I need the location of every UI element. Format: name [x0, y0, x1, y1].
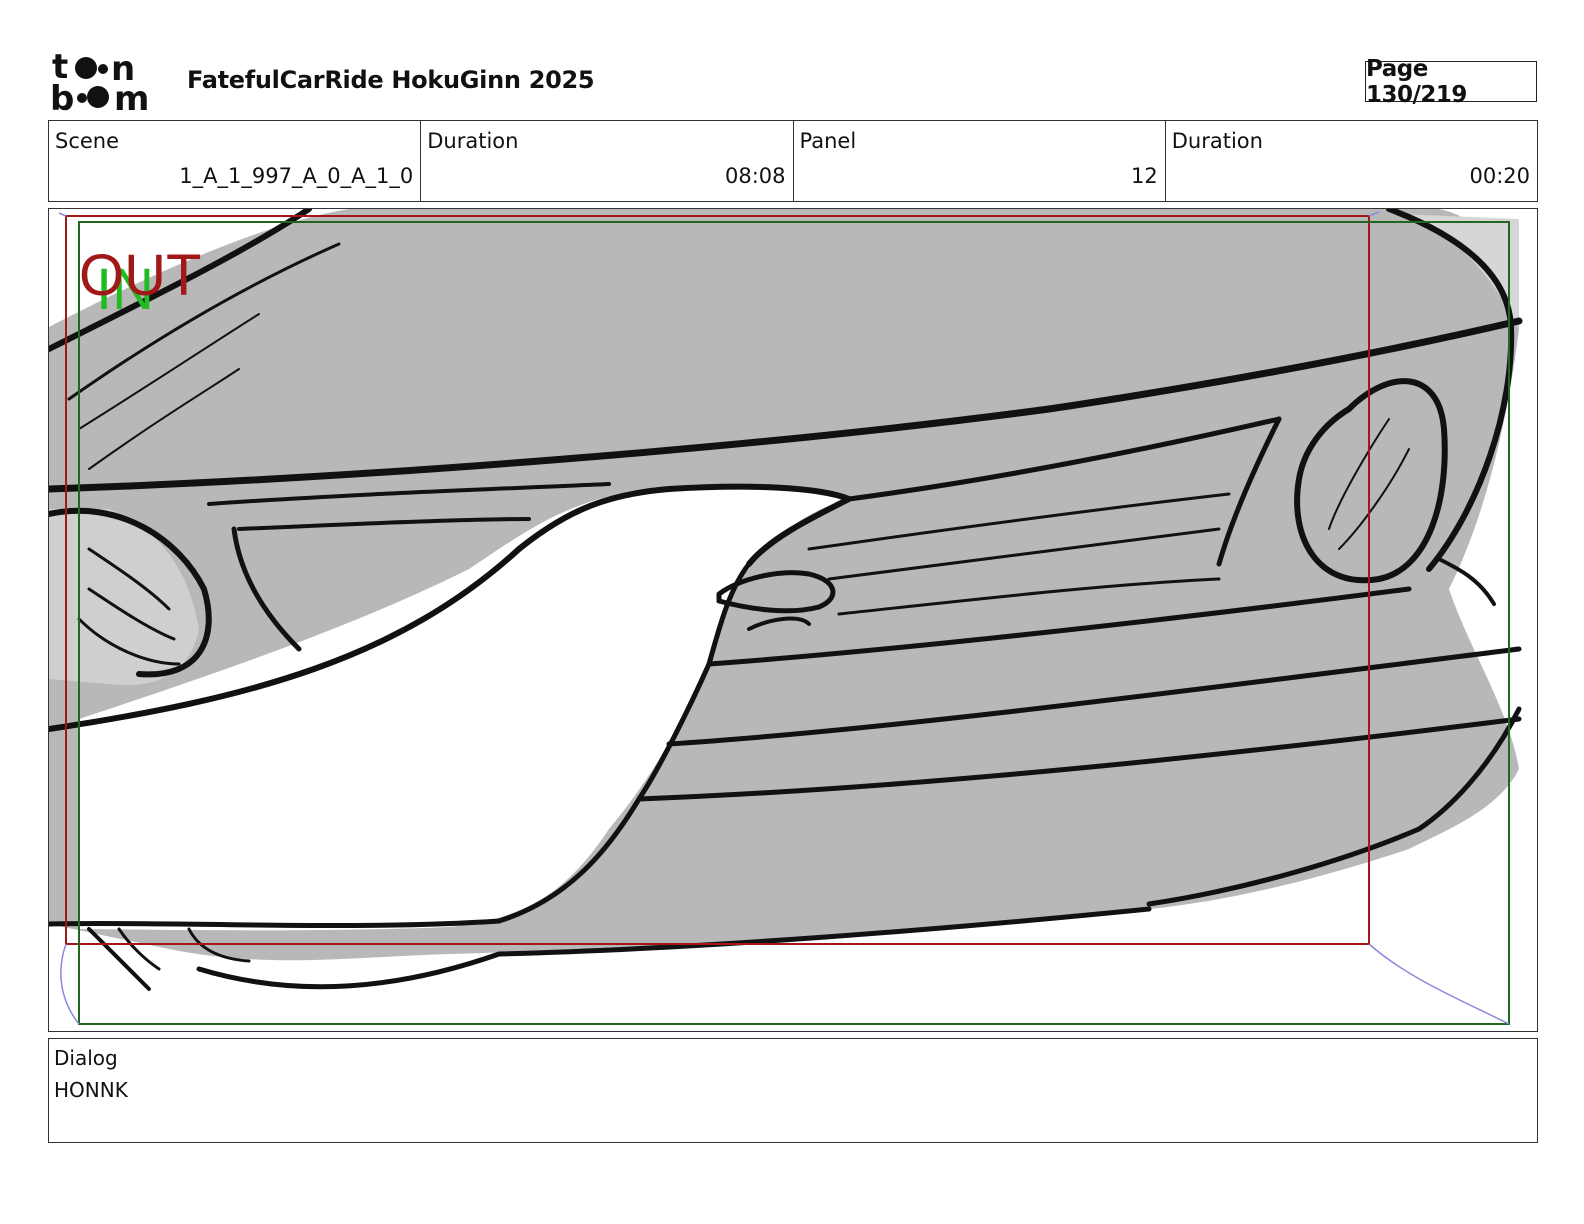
toonboom-logo: t n b m: [50, 47, 165, 119]
panel-duration-value: 00:20: [1469, 164, 1530, 188]
panel-duration-label: Duration: [1171, 129, 1263, 153]
dialog-box: Dialog HONNK: [48, 1038, 1538, 1143]
out-marker: OUT: [79, 243, 201, 308]
scene-label: Scene: [55, 129, 120, 153]
scene-duration-cell: Duration 08:08: [420, 121, 792, 201]
car-front-sketch: IN OUT: [49, 209, 1523, 1025]
dialog-label: Dialog: [54, 1046, 118, 1070]
panel-duration-cell: Duration 00:20: [1164, 121, 1537, 201]
panel-value: 12: [1131, 164, 1158, 188]
storyboard-panel: IN OUT: [48, 208, 1538, 1032]
scene-duration-label: Duration: [427, 129, 519, 153]
dialog-text: HONNK: [54, 1078, 128, 1102]
svg-text:b: b: [50, 79, 74, 112]
scene-cell: Scene 1_A_1_997_A_0_A_1_0: [49, 121, 420, 201]
storyboard-info-table: Scene 1_A_1_997_A_0_A_1_0 Duration 08:08…: [48, 120, 1538, 202]
panel-cell: Panel 12: [792, 121, 1165, 201]
scene-value: 1_A_1_997_A_0_A_1_0: [179, 164, 414, 188]
panel-label: Panel: [799, 129, 857, 153]
project-title: FatefulCarRide HokuGinn 2025: [187, 66, 595, 94]
page-indicator: Page 130/219: [1365, 56, 1537, 108]
scene-duration-value: 08:08: [724, 164, 786, 188]
svg-text:m: m: [114, 79, 149, 112]
